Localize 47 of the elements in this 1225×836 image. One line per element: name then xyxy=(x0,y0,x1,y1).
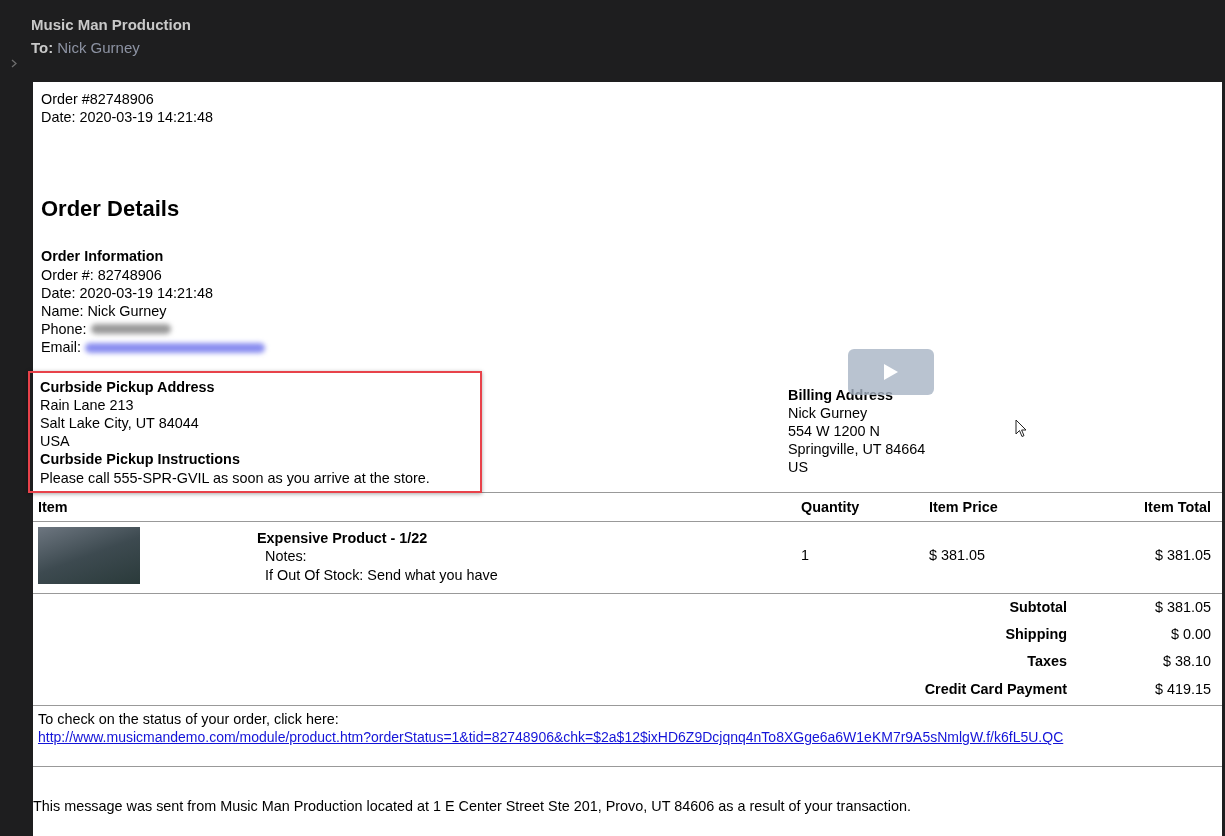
page-heading: Order Details xyxy=(40,195,181,224)
address-line: Nick Gurney xyxy=(788,403,869,423)
product-note: Notes: xyxy=(264,547,308,566)
total-label: Taxes xyxy=(1026,652,1067,671)
mouse-pointer-icon xyxy=(1015,419,1027,438)
quantity-cell-text: 1 xyxy=(801,546,810,565)
total-cell: $ 381.05 xyxy=(1154,546,1211,565)
recipient-name[interactable]: Nick Gurney xyxy=(57,38,140,57)
info-line: Name: Nick Gurney xyxy=(41,302,168,321)
product-name: Expensive Product - 1/22 xyxy=(257,529,429,548)
order-number-text: Order #82748906 xyxy=(41,90,155,109)
status-text: To check on the status of your order, click here: xyxy=(38,709,340,729)
play-icon xyxy=(883,362,899,381)
email-label: Email: xyxy=(41,338,81,357)
address-line: 554 W 1200 N xyxy=(788,422,881,441)
total-value: $ 38.10 xyxy=(1162,652,1211,671)
total-value: $ 419.15 xyxy=(1153,679,1211,698)
column-header: Quantity xyxy=(801,497,861,517)
address-line: Salt Lake City, UT 84044 xyxy=(40,414,200,433)
product-note: If Out Of Stock: Send what you have xyxy=(264,565,499,584)
price-cell-text: $ 381.05 xyxy=(929,546,987,565)
address-line: USA xyxy=(40,432,71,451)
address-line: US xyxy=(788,458,809,477)
order-date-text: Date: 2020-03-19 14:21:48 xyxy=(41,108,215,127)
section-title: Curbside Pickup Address xyxy=(40,377,216,396)
section-title: Curbside Pickup Instructions xyxy=(40,450,241,469)
info-line: Order #: 82748906 xyxy=(41,265,163,284)
chevron-icon[interactable] xyxy=(11,59,17,68)
sender-name: Music Man Production xyxy=(31,15,191,34)
address-line: Rain Lane 213 xyxy=(40,395,135,415)
phone-label: Phone: xyxy=(41,320,87,339)
total-label: Shipping xyxy=(1004,625,1067,644)
footer-text: This message was sent from Music Man Production located at 1 E Center Street Ste 201, Provo, UT 84606 as a result of your transaction. xyxy=(33,797,912,816)
column-header: Item Price xyxy=(929,497,999,517)
order-status-link[interactable]: http://www.musicmandemo.com/module/product.htm?orderStatus=1&tid=82748906&chk=$2a$12$ixHD6Z9Dcjqnq4nTo8XGge6a6W1eKM7r9A5sNmlgW.f/k6fL5U.QC xyxy=(38,729,1064,746)
total-value: $ 0.00 xyxy=(1170,625,1211,644)
info-line: Date: 2020-03-19 14:21:48 xyxy=(41,283,215,302)
section-title: Billing Address xyxy=(788,385,894,404)
total-value: $ 381.05 xyxy=(1153,598,1211,617)
total-label: Subtotal xyxy=(1008,598,1067,617)
section-title: Order Information xyxy=(41,247,165,266)
total-label: Credit Card Payment xyxy=(923,679,1067,698)
to-label: To: xyxy=(31,38,54,57)
column-header: Item Total xyxy=(1144,497,1211,517)
column-header: Item xyxy=(38,497,69,517)
address-line: Springville, UT 84664 xyxy=(788,440,926,459)
instructions-text: Please call 555-SPR-GVIL as soon as you arrive at the store. xyxy=(40,468,431,487)
